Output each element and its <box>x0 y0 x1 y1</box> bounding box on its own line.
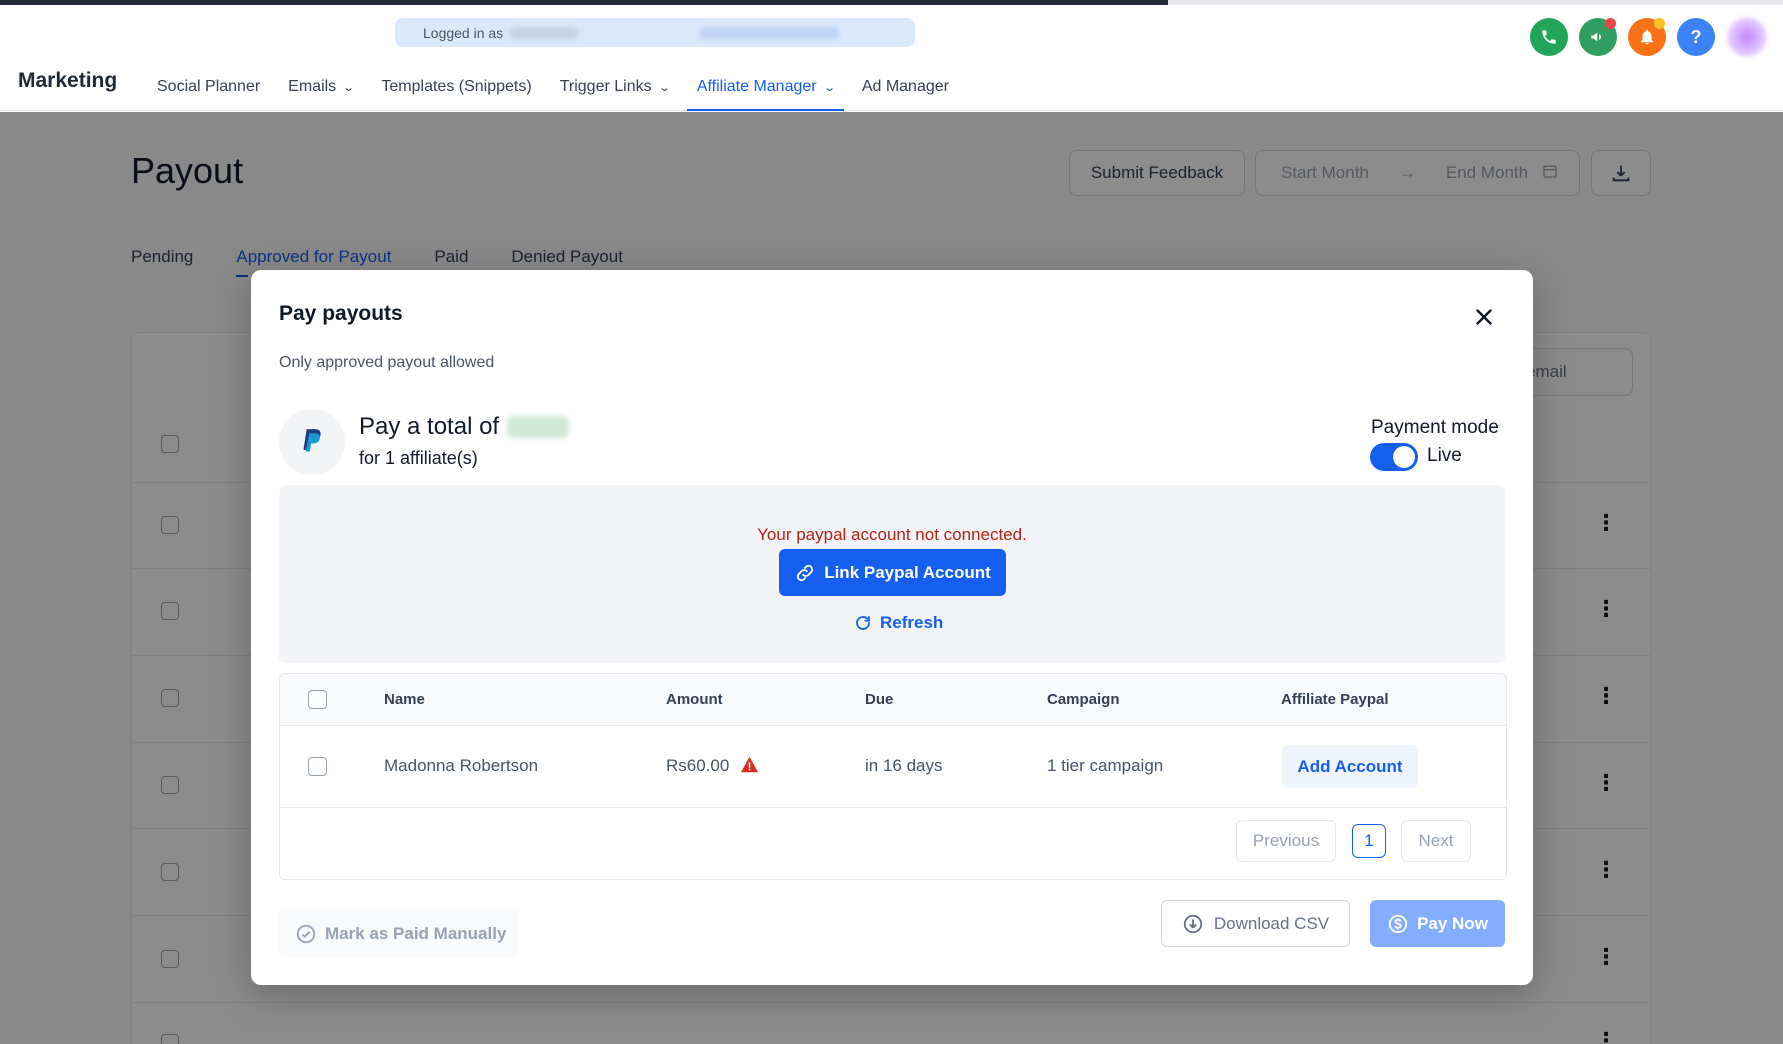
next-page-button[interactable]: Next <box>1401 820 1471 862</box>
column-header: Amount <box>666 691 723 708</box>
affiliate-name: Madonna Robertson <box>384 756 539 775</box>
previous-page-button[interactable]: Previous <box>1236 820 1336 862</box>
redacted-account <box>699 26 840 39</box>
nav-emails[interactable]: Emails ⌄ <box>278 63 363 111</box>
total-prefix: Pay a total of <box>359 413 500 440</box>
mark-paid-label: Mark as Paid Manually <box>325 923 507 943</box>
pay-now-button[interactable]: Pay Now <box>1370 900 1505 947</box>
row-checkbox[interactable] <box>308 757 327 776</box>
chevron-down-icon: ⌄ <box>822 81 836 94</box>
help-icon[interactable]: ? <box>1677 18 1715 56</box>
link-paypal-label: Link Paypal Account <box>824 562 991 582</box>
redacted-total <box>507 416 570 438</box>
page-number-button[interactable]: 1 <box>1352 824 1386 858</box>
nav-affiliate-manager[interactable]: Affiliate Manager ⌄ <box>686 63 844 111</box>
paypal-connection-notice: Your paypal account not connected. Link … <box>279 485 1505 663</box>
toggle-knob <box>1393 446 1415 468</box>
column-header: Affiliate Paypal <box>1281 691 1389 708</box>
pay-now-label: Pay Now <box>1417 913 1488 933</box>
bell-icon[interactable] <box>1628 18 1666 56</box>
refresh-icon <box>856 616 870 630</box>
nav-ad-manager[interactable]: Ad Manager <box>852 63 959 111</box>
payment-mode-value: Live <box>1427 445 1462 466</box>
dollar-circle-icon <box>1388 914 1408 933</box>
redacted-user <box>509 26 580 39</box>
avatar[interactable] <box>1727 17 1767 57</box>
warning-icon[interactable] <box>740 756 759 778</box>
chevron-down-icon: ⌄ <box>657 81 671 94</box>
payment-mode-label: Payment mode <box>1371 417 1499 438</box>
error-message: Your paypal account not connected. <box>757 525 1027 544</box>
check-circle-icon <box>296 924 316 943</box>
column-header: Name <box>384 691 425 708</box>
download-csv-label: Download CSV <box>1213 913 1330 933</box>
payout-table: Name Amount Due Campaign Affiliate Paypa… <box>279 673 1507 880</box>
column-header: Campaign <box>1047 691 1120 708</box>
help-glyph: ? <box>1690 26 1702 47</box>
download-csv-button[interactable]: Download CSV <box>1161 900 1350 947</box>
logged-in-label: Logged in as <box>423 24 504 41</box>
logged-in-banner: Logged in as <box>395 18 915 47</box>
table-header: Name Amount Due Campaign Affiliate Paypa… <box>280 674 1506 726</box>
add-account-button[interactable]: Add Account <box>1282 745 1418 788</box>
phone-icon[interactable] <box>1530 18 1568 56</box>
campaign-cell: 1 tier campaign <box>1047 756 1164 775</box>
due-cell: in 16 days <box>865 756 943 775</box>
close-icon[interactable] <box>1471 304 1497 330</box>
refresh-label: Refresh <box>880 613 944 632</box>
nav-trigger-links[interactable]: Trigger Links ⌄ <box>550 63 679 111</box>
paypal-logo-icon <box>279 409 345 475</box>
download-circle-icon <box>1183 914 1203 933</box>
nav-label: Trigger Links <box>559 78 652 95</box>
amount-value: Rs60.00 <box>666 756 730 775</box>
link-paypal-button[interactable]: Link Paypal Account <box>779 549 1006 596</box>
nav-label: Ad Manager <box>861 78 949 95</box>
modal-subtitle: Only approved payout allowed <box>279 354 495 371</box>
app-header: Logged in as Marketing Social Planner Em… <box>0 5 1783 111</box>
payment-mode-toggle[interactable] <box>1370 443 1418 471</box>
nav-label: Affiliate Manager <box>696 78 817 95</box>
total-line: Pay a total of <box>359 413 570 441</box>
select-all-checkbox[interactable] <box>308 690 327 709</box>
amount-cell: Rs60.00 <box>666 756 759 778</box>
affiliate-count: for 1 affiliate(s) <box>359 448 478 468</box>
table-row: Madonna Robertson Rs60.00 in 16 days 1 t… <box>280 726 1506 808</box>
chevron-down-icon: ⌄ <box>342 81 356 94</box>
nav-label: Social Planner <box>157 78 261 95</box>
link-icon <box>797 564 814 581</box>
refresh-button[interactable]: Refresh <box>854 613 943 633</box>
nav-templates[interactable]: Templates (Snippets) <box>371 63 541 111</box>
megaphone-icon[interactable] <box>1579 18 1617 56</box>
brand-title: Marketing <box>18 69 118 92</box>
nav-label: Templates (Snippets) <box>381 78 532 95</box>
notification-dot <box>1605 18 1616 29</box>
nav-label: Emails <box>288 78 337 95</box>
notification-dot <box>1654 18 1665 29</box>
pay-payouts-modal: Pay payouts Only approved payout allowed… <box>251 270 1533 985</box>
nav-social-planner[interactable]: Social Planner <box>147 63 270 111</box>
modal-title: Pay payouts <box>279 302 403 325</box>
column-header: Due <box>865 691 894 708</box>
top-nav: Social Planner Emails ⌄ Templates (Snippe… <box>147 63 967 111</box>
mark-paid-manually-button[interactable]: Mark as Paid Manually <box>279 910 519 957</box>
